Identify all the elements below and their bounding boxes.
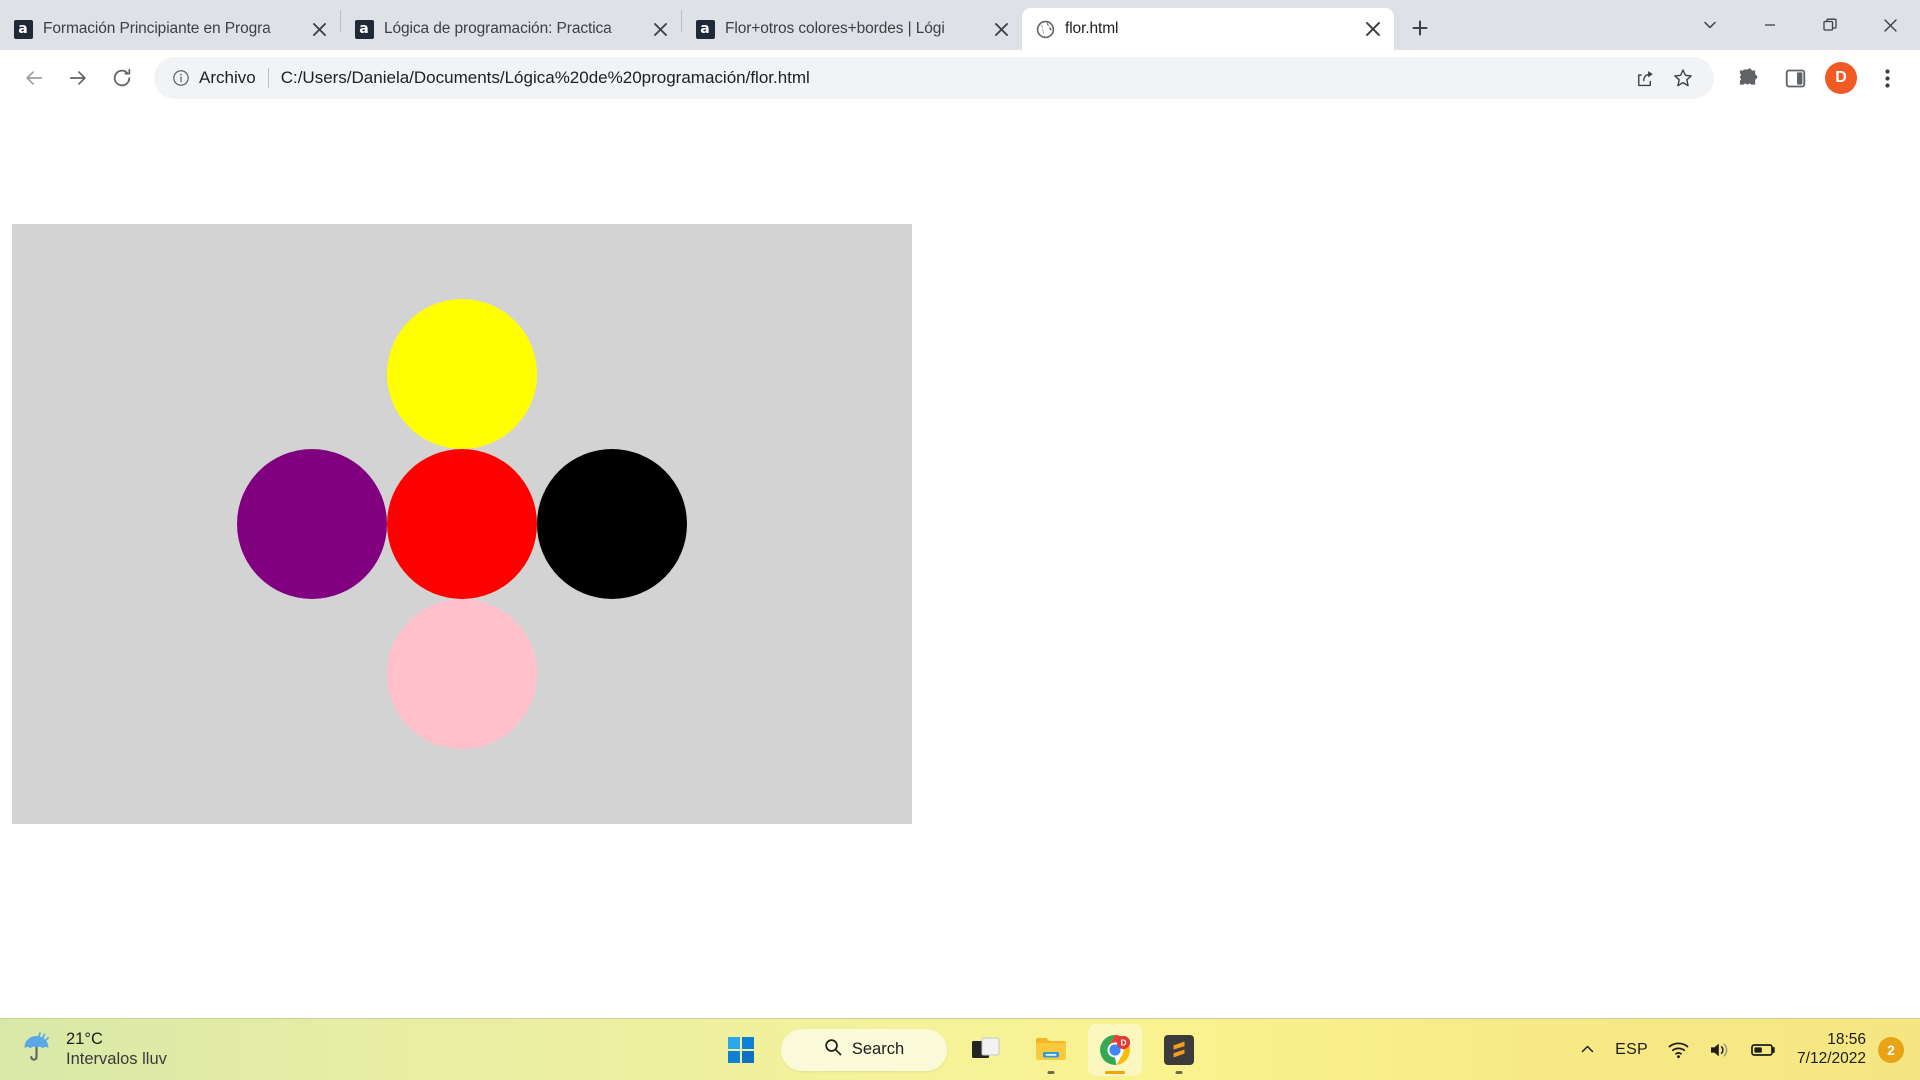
weather-temperature: 21°C [66,1030,103,1049]
taskbar-search-box[interactable]: Search [781,1028,947,1071]
tab-title: Formación Principiante en Progra [43,20,271,37]
back-button-icon[interactable] [12,56,56,100]
bookmark-star-icon[interactable] [1666,61,1700,95]
petal-right [537,449,687,599]
svg-text:D: D [1120,1037,1126,1047]
tab-title: Flor+otros colores+bordes | Lógi [725,20,945,37]
tab-strip: a Formación Principiante en Progra a Lóg… [0,0,1920,50]
petal-top [387,299,537,449]
browser-tab-3[interactable]: a Flor+otros colores+bordes | Lógi [682,8,1022,50]
url-scheme-label: Archivo [199,68,256,87]
tab-close-icon[interactable] [1360,16,1386,42]
petal-center [387,449,537,599]
clock-date: 7/12/2022 [1797,1049,1866,1067]
extensions-puzzle-icon[interactable] [1728,57,1770,99]
omnibox-divider [267,68,269,88]
globe-icon [1035,19,1055,39]
volume-icon[interactable] [1699,1026,1741,1074]
tab-close-icon[interactable] [647,16,673,42]
info-circle-icon[interactable] [170,67,192,89]
three-dot-menu-icon[interactable] [1866,57,1908,99]
alura-a-icon: a [354,19,374,39]
new-tab-button[interactable] [1403,11,1437,45]
umbrella-rain-icon [20,1030,54,1069]
tab-title: Lógica de programación: Practica [384,20,612,37]
browser-window: a Formación Principiante en Progra a Lóg… [0,0,1920,1018]
url-text[interactable]: C:/Users/Daniela/Documents/Lógica%20de%2… [281,68,1624,88]
active-indicator [1105,1070,1125,1074]
address-bar[interactable]: Archivo C:/Users/Daniela/Documents/Lógic… [154,57,1714,99]
petal-bottom [387,599,537,749]
battery-icon[interactable] [1741,1026,1787,1074]
browser-tab-2[interactable]: a Lógica de programación: Practica [341,8,681,50]
tab-title: flor.html [1065,20,1119,37]
language-indicator[interactable]: ESP [1605,1026,1658,1074]
clock-time: 18:56 [1827,1030,1866,1048]
running-indicator [1047,1070,1055,1074]
side-panel-icon[interactable] [1774,57,1816,99]
taskbar-center-group: Search D [709,1023,1211,1076]
wifi-icon[interactable] [1658,1026,1699,1074]
page-viewport [0,106,1920,1018]
notification-badge[interactable]: 2 [1878,1036,1904,1063]
profile-avatar[interactable]: D [1820,57,1862,99]
windows-taskbar: 21°C Intervalos lluv Search D ESP 18:56 … [0,1018,1920,1080]
windows-start-button[interactable] [714,1024,768,1076]
tab-close-icon[interactable] [988,16,1014,42]
forward-button-icon[interactable] [56,56,100,100]
weather-widget[interactable]: 21°C Intervalos lluv [0,1030,167,1069]
weather-condition: Intervalos lluv [66,1049,167,1068]
tray-overflow-chevron-up-icon[interactable] [1570,1026,1605,1074]
alura-a-icon: a [695,19,715,39]
browser-toolbar: Archivo C:/Users/Daniela/Documents/Lógic… [0,50,1920,106]
flower-canvas [12,224,912,824]
window-controls [1680,0,1920,50]
taskbar-clock[interactable]: 18:56 7/12/2022 [1787,1031,1878,1068]
browser-tab-4-active[interactable]: flor.html [1022,8,1394,50]
close-window-icon[interactable] [1860,2,1920,48]
avatar-initial: D [1825,62,1857,94]
search-label: Search [851,1040,905,1058]
search-icon [824,1038,842,1061]
maximize-icon[interactable] [1800,2,1860,48]
tab-close-icon[interactable] [306,16,332,42]
running-indicator [1175,1070,1183,1074]
share-icon[interactable] [1628,61,1662,95]
reload-button-icon[interactable] [100,56,144,100]
taskbar-item-google-chrome[interactable]: D [1088,1023,1142,1076]
taskbar-item-sublime-text[interactable] [1152,1024,1206,1076]
omnibox-actions [1624,61,1700,95]
language-label: ESP [1615,1040,1649,1058]
taskbar-item-file-explorer[interactable] [1024,1024,1078,1076]
browser-tab-1[interactable]: a Formación Principiante en Progra [0,8,340,50]
minimize-icon[interactable] [1740,2,1800,48]
taskbar-item-task-view[interactable] [960,1024,1014,1076]
alura-a-icon: a [13,19,33,39]
tab-search-chevron-down-icon[interactable] [1680,2,1740,48]
system-tray: ESP 18:56 7/12/2022 2 [1570,1026,1920,1074]
petal-left [237,449,387,599]
